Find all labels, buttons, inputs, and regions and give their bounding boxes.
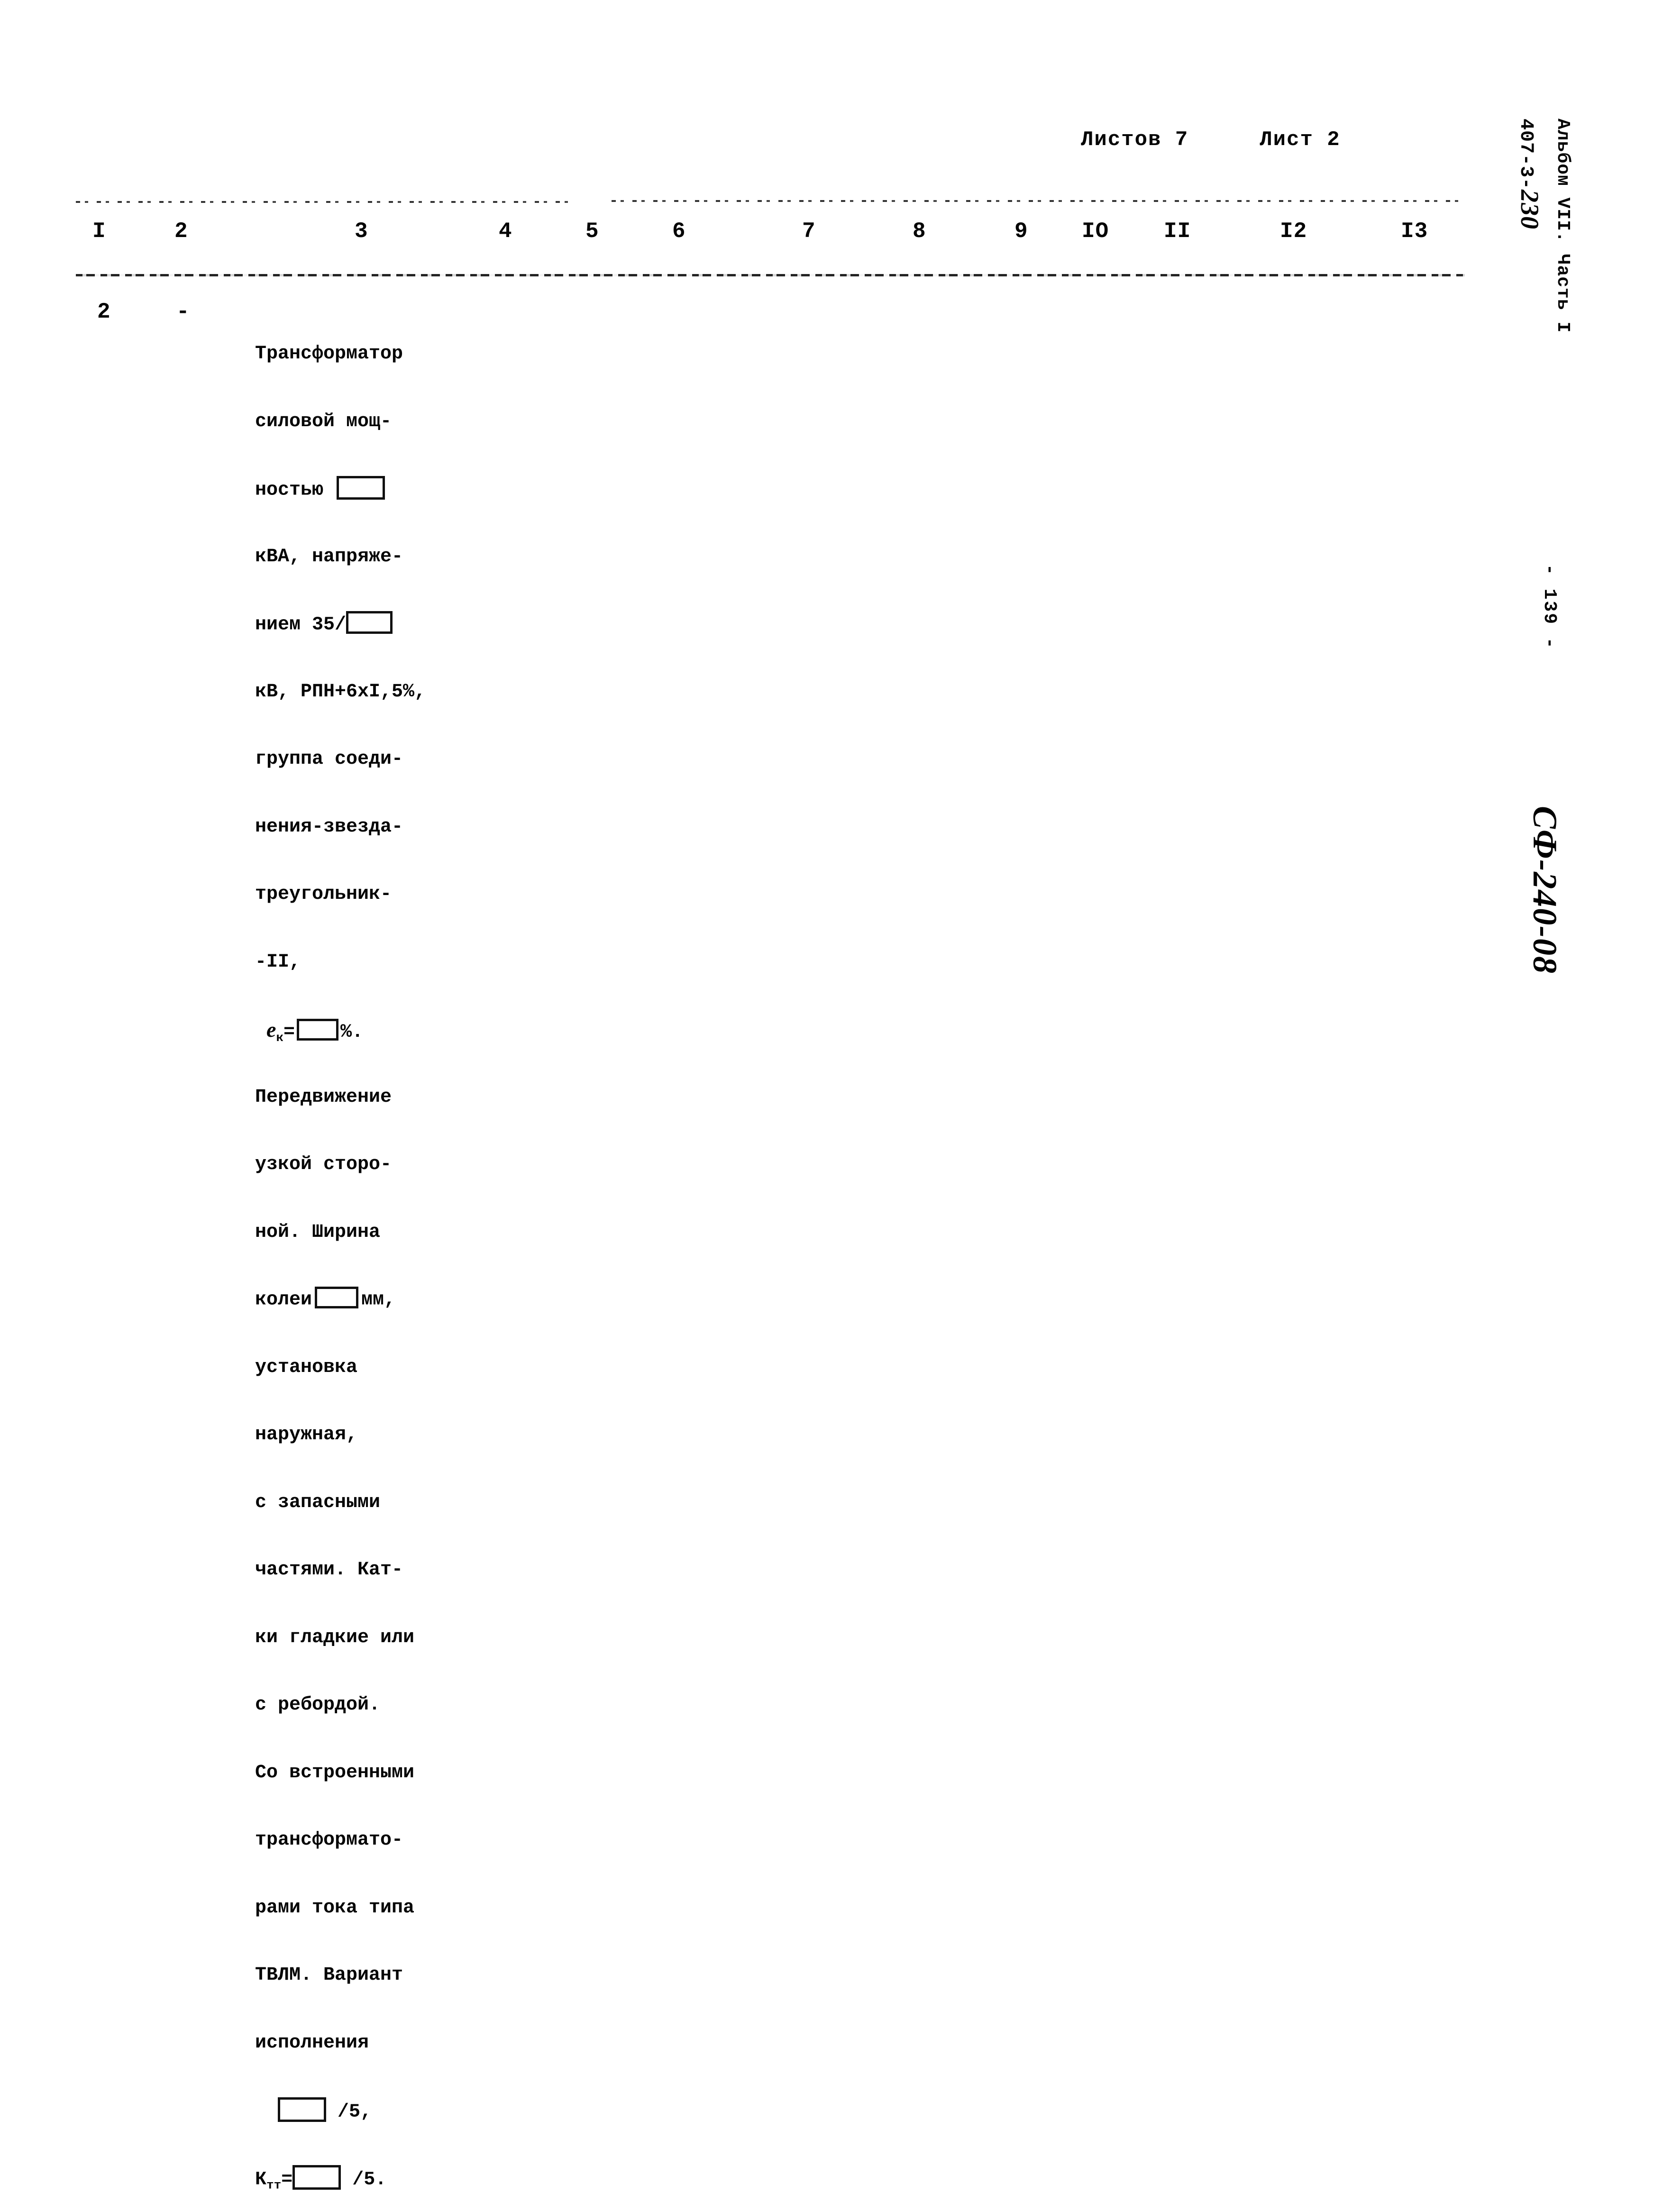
desc-line-5-text: нием 35/ bbox=[255, 614, 347, 636]
column-header-13: I3 bbox=[1401, 219, 1428, 244]
gauge-unit: мм, bbox=[361, 1289, 396, 1311]
blank-box-variant[interactable] bbox=[278, 2097, 327, 2122]
gauge-label: колеи bbox=[255, 1289, 312, 1311]
desc-line-20: ки гладкие или bbox=[255, 1627, 415, 1648]
desc-line-25: ТВЛМ. Вариант bbox=[255, 1965, 403, 1986]
column-header-10: IO bbox=[1082, 219, 1109, 244]
desc-line-6: кВ, РПН+6хI,5%, bbox=[255, 681, 426, 703]
column-header-3: 3 bbox=[355, 219, 368, 244]
desc-line-7: группа соеди- bbox=[255, 749, 403, 770]
desc-line-1: Трансформатор bbox=[255, 343, 403, 365]
desc-line-10: -II, bbox=[255, 951, 301, 973]
desc-line-4: кВА, напряже- bbox=[255, 546, 403, 567]
table-header-bottom-rule bbox=[76, 274, 1465, 276]
variant-suffix: /5, bbox=[338, 2101, 372, 2123]
sheet-count-header: Листов 7 Лист 2 bbox=[1081, 128, 1341, 152]
desc-line-28: Ктт= /5. bbox=[255, 2165, 492, 2193]
row-description-cell: Трансформатор силовой мощ- ностью кВА, н… bbox=[255, 298, 492, 2212]
desc-line-8: нения-звезда- bbox=[255, 816, 403, 838]
ek-symbol: e bbox=[266, 1017, 276, 1042]
desc-line-5: нием 35/ bbox=[255, 611, 492, 636]
desc-line-12: Передвижение bbox=[255, 1086, 392, 1108]
desc-line-23: трансформато- bbox=[255, 1829, 403, 1851]
desc-line-9: треугольник- bbox=[255, 884, 392, 905]
blank-box-ktt[interactable] bbox=[292, 2165, 341, 2190]
column-header-8: 8 bbox=[913, 219, 926, 244]
column-header-4: 4 bbox=[499, 219, 512, 244]
ktt-subscript: тт bbox=[266, 2178, 282, 2193]
table-column-headers: I 2 3 4 5 6 7 8 9 IO II I2 I3 bbox=[0, 219, 1663, 262]
ek-subscript: к bbox=[276, 1031, 284, 1045]
row-col2-value: - bbox=[176, 300, 190, 324]
album-part-stamp: Альбом VII. Часть I bbox=[1553, 119, 1573, 333]
blank-box-power-rating[interactable] bbox=[337, 476, 385, 500]
album-code-stamp: 407-3-230 bbox=[1515, 119, 1544, 229]
desc-line-3-text: ностью bbox=[255, 479, 335, 501]
desc-line-2: силовой мощ- bbox=[255, 411, 392, 432]
column-header-6: 6 bbox=[672, 219, 686, 244]
blank-box-voltage[interactable] bbox=[346, 611, 393, 634]
column-header-11: II bbox=[1164, 219, 1191, 244]
ktt-suffix: /5. bbox=[352, 2169, 387, 2191]
desc-line-26: исполнения bbox=[255, 2032, 369, 2054]
desc-line-15: колеи мм, bbox=[255, 1287, 492, 1311]
sheet-current-label: Лист 2 bbox=[1260, 128, 1341, 152]
desc-line-24: рами тока типа bbox=[255, 1897, 415, 1919]
album-code-typed: 407-3- bbox=[1515, 119, 1536, 190]
desc-line-21: с ребордой. bbox=[255, 1694, 381, 1716]
desc-line-22: Со встроенными bbox=[255, 1762, 415, 1783]
table-top-rule-left bbox=[76, 201, 574, 203]
column-header-2: 2 bbox=[174, 219, 188, 244]
desc-line-16: установка bbox=[255, 1356, 358, 1378]
column-header-1: I bbox=[92, 219, 106, 244]
ktt-equals: = bbox=[281, 2169, 293, 2191]
ek-percent: %. bbox=[340, 1022, 364, 1043]
ktt-symbol: К bbox=[255, 2169, 267, 2191]
column-header-5: 5 bbox=[585, 219, 599, 244]
desc-line-17: наружная, bbox=[255, 1424, 358, 1445]
row-position-number: 2 bbox=[97, 300, 111, 324]
desc-line-27: /5, bbox=[255, 2097, 492, 2123]
document-code-stamp: СФ-240-08 bbox=[1526, 806, 1564, 975]
desc-line-18: с запасными bbox=[255, 1491, 381, 1513]
desc-line-19: частями. Кат- bbox=[255, 1559, 403, 1581]
column-header-9: 9 bbox=[1014, 219, 1028, 244]
sheets-total-label: Листов 7 bbox=[1081, 128, 1189, 152]
desc-line-14: ной. Ширина bbox=[255, 1221, 381, 1243]
blank-box-gauge-width[interactable] bbox=[315, 1287, 359, 1308]
desc-line-3: ностью bbox=[255, 476, 492, 501]
column-header-7: 7 bbox=[802, 219, 816, 244]
table-top-rule-right bbox=[612, 200, 1465, 202]
desc-line-11: eк=%. bbox=[255, 1017, 492, 1045]
desc-line-13: узкой сторо- bbox=[255, 1154, 392, 1175]
blank-box-ek[interactable] bbox=[297, 1019, 339, 1041]
page-number-stamp: - 139 - bbox=[1539, 564, 1560, 650]
column-header-12: I2 bbox=[1280, 219, 1307, 244]
ek-equals: = bbox=[283, 1022, 295, 1043]
album-code-handwritten: 230 bbox=[1516, 190, 1544, 230]
